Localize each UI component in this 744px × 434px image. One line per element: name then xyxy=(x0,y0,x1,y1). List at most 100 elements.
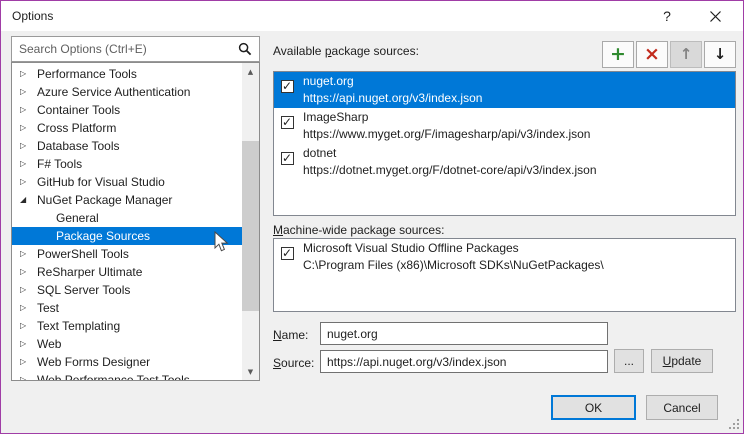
scrollbar-thumb[interactable] xyxy=(242,141,259,311)
tree-item[interactable]: ▷ Azure Service Authentication xyxy=(12,83,242,101)
tree-item[interactable]: ▷ Web xyxy=(12,335,242,353)
tree-item-label: Cross Platform xyxy=(37,119,116,137)
tree-item-label: PowerShell Tools xyxy=(37,245,129,263)
package-source-row[interactable]: ✓ ImageSharp https://www.myget.org/F/ima… xyxy=(274,108,735,144)
help-button[interactable]: ? xyxy=(647,1,687,31)
tree-item-label: Test xyxy=(37,299,59,317)
name-label: Name: xyxy=(273,328,308,342)
tree-item[interactable]: ◢ NuGet Package Manager xyxy=(12,191,242,209)
expander-icon[interactable]: ▷ xyxy=(20,119,34,137)
expander-icon[interactable]: ▷ xyxy=(20,371,34,381)
tree-item[interactable]: ▷ SQL Server Tools xyxy=(12,281,242,299)
expander-icon[interactable]: ▷ xyxy=(20,335,34,353)
move-down-button[interactable]: ↓ xyxy=(704,41,736,68)
checkmark-icon: ✓ xyxy=(282,246,293,260)
options-tree: ▷ Performance Tools ▷ Azure Service Auth… xyxy=(11,62,260,381)
tree-item-label: Web xyxy=(37,335,61,353)
expander-icon[interactable]: ▷ xyxy=(20,65,34,83)
machine-sources-list: ✓ Microsoft Visual Studio Offline Packag… xyxy=(273,238,736,312)
package-source-row[interactable]: ✓ dotnet https://dotnet.myget.org/F/dotn… xyxy=(274,144,735,180)
cancel-button[interactable]: Cancel xyxy=(646,395,718,420)
tree-item[interactable]: ▷ Web Performance Test Tools xyxy=(12,371,242,381)
expander-icon[interactable]: ▷ xyxy=(20,83,34,101)
expander-icon[interactable]: ▷ xyxy=(20,173,34,191)
up-arrow-icon: ↑ xyxy=(680,47,693,62)
tree-item-label: ReSharper Ultimate xyxy=(37,263,142,281)
source-name: nuget.org xyxy=(303,73,731,90)
options-dialog: Options ? ▷ Performance Tools xyxy=(0,0,744,434)
browse-button[interactable]: ... xyxy=(614,349,644,373)
tree-item[interactable]: ▷ Performance Tools xyxy=(12,65,242,83)
source-name: ImageSharp xyxy=(303,109,731,126)
tree-item-label: NuGet Package Manager xyxy=(37,191,172,209)
remove-source-button[interactable]: × xyxy=(636,41,668,68)
source-name: dotnet xyxy=(303,145,731,162)
tree-item[interactable]: ▷ GitHub for Visual Studio xyxy=(12,173,242,191)
expander-icon[interactable]: ▷ xyxy=(20,281,34,299)
tree-item-label: Container Tools xyxy=(37,101,120,119)
tree-item-label: Web Forms Designer xyxy=(37,353,150,371)
sources-toolbar: + × ↑ ↓ xyxy=(602,41,736,68)
tree-item[interactable]: Package Sources xyxy=(12,227,242,245)
ok-button[interactable]: OK xyxy=(551,395,636,420)
tree-item-label: F# Tools xyxy=(37,155,82,173)
source-checkbox[interactable]: ✓ xyxy=(281,152,294,165)
tree-item[interactable]: ▷ Container Tools xyxy=(12,101,242,119)
expander-icon[interactable]: ◢ xyxy=(20,191,34,209)
source-input[interactable] xyxy=(320,350,608,373)
source-checkbox[interactable]: ✓ xyxy=(281,80,294,93)
add-source-button[interactable]: + xyxy=(602,41,634,68)
tree-item-label: Web Performance Test Tools xyxy=(37,371,190,381)
search-input[interactable] xyxy=(12,37,259,61)
tree-item[interactable]: ▷ F# Tools xyxy=(12,155,242,173)
resize-grip[interactable] xyxy=(727,417,740,430)
move-up-button[interactable]: ↑ xyxy=(670,41,702,68)
tree-item[interactable]: ▷ ReSharper Ultimate xyxy=(12,263,242,281)
tree-item-label: SQL Server Tools xyxy=(37,281,130,299)
search-icon[interactable] xyxy=(238,42,252,59)
expander-icon[interactable]: ▷ xyxy=(20,101,34,119)
tree-item-label: Text Templating xyxy=(37,317,120,335)
remove-icon: × xyxy=(644,45,660,64)
tree-item[interactable]: ▷ Cross Platform xyxy=(12,119,242,137)
tree-item[interactable]: ▷ Text Templating xyxy=(12,317,242,335)
expander-icon[interactable]: ▷ xyxy=(20,155,34,173)
expander-icon[interactable]: ▷ xyxy=(20,353,34,371)
tree-item-label: Azure Service Authentication xyxy=(37,83,190,101)
scroll-down-icon[interactable]: ▼ xyxy=(242,363,259,380)
machine-sources-label: Machine-wide package sources: xyxy=(273,223,444,237)
package-source-row[interactable]: ✓ nuget.org https://api.nuget.org/v3/ind… xyxy=(274,72,735,108)
window-title: Options xyxy=(12,9,53,23)
add-icon: + xyxy=(610,45,626,64)
available-sources-label: Available package sources: xyxy=(273,44,419,58)
source-checkbox[interactable]: ✓ xyxy=(281,247,294,260)
package-source-row[interactable]: ✓ Microsoft Visual Studio Offline Packag… xyxy=(274,239,735,275)
tree-scrollbar[interactable]: ▲ ▼ xyxy=(242,63,259,380)
source-name: Microsoft Visual Studio Offline Packages xyxy=(303,240,731,257)
tree-item[interactable]: ▷ Test xyxy=(12,299,242,317)
update-button[interactable]: Update xyxy=(651,349,713,373)
titlebar[interactable]: Options ? xyxy=(1,1,743,31)
source-checkbox[interactable]: ✓ xyxy=(281,116,294,129)
tree-item-label: Database Tools xyxy=(37,137,120,155)
source-label: Source: xyxy=(273,356,314,370)
expander-icon[interactable]: ▷ xyxy=(20,137,34,155)
tree-item[interactable]: General xyxy=(12,209,242,227)
expander-icon[interactable]: ▷ xyxy=(20,245,34,263)
checkmark-icon: ✓ xyxy=(282,151,293,165)
close-button[interactable] xyxy=(695,1,735,31)
expander-icon[interactable]: ▷ xyxy=(20,299,34,317)
expander-icon[interactable]: ▷ xyxy=(20,317,34,335)
tree-item[interactable]: ▷ Database Tools xyxy=(12,137,242,155)
tree-item[interactable]: ▷ Web Forms Designer xyxy=(12,353,242,371)
checkmark-icon: ✓ xyxy=(282,79,293,93)
expander-icon[interactable]: ▷ xyxy=(20,263,34,281)
name-input[interactable] xyxy=(320,322,608,345)
help-icon: ? xyxy=(663,8,671,24)
tree-item-label: Package Sources xyxy=(56,227,150,245)
scroll-up-icon[interactable]: ▲ xyxy=(242,63,259,80)
source-url: https://dotnet.myget.org/F/dotnet-core/a… xyxy=(303,162,731,178)
tree-item[interactable]: ▷ PowerShell Tools xyxy=(12,245,242,263)
tree-item-label: GitHub for Visual Studio xyxy=(37,173,165,191)
search-box xyxy=(11,36,260,62)
